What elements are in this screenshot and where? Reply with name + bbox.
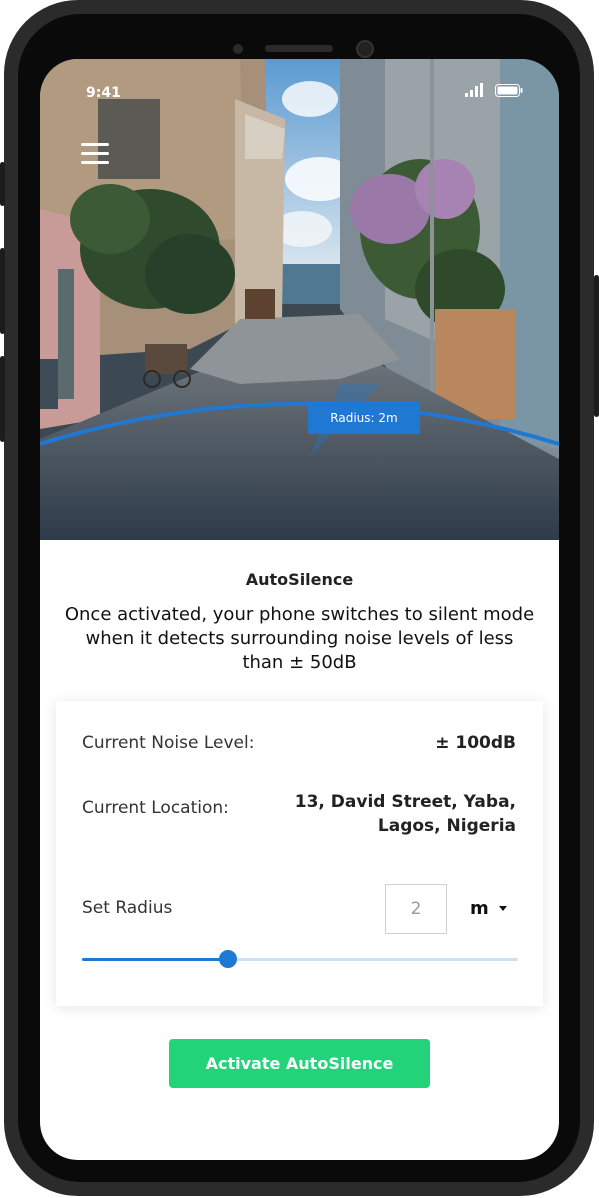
location-label: Current Location: [82,798,229,818]
settings-card: Current Noise Level: ± 100dB Current Loc… [56,701,543,1006]
radius-input[interactable]: 2 [385,884,447,934]
hamburger-menu-icon[interactable] [81,143,109,165]
location-line-2: Lagos, Nigeria [377,816,516,836]
volume-up-button [0,248,5,334]
front-camera [356,40,374,58]
radius-tag: Radius: 2m [308,401,420,434]
radius-slider-fill [82,958,229,961]
earpiece-speaker [265,45,333,52]
signal-bars-icon [465,83,483,97]
location-line-1: 13, David Street, Yaba, [294,792,516,812]
chevron-down-icon [498,906,507,911]
unit-dropdown[interactable]: m [470,898,507,919]
status-icons [465,83,523,97]
volume-down-button [0,356,5,442]
noise-level-value: ± 100dB [435,733,516,753]
page-title: AutoSilence [245,570,354,589]
location-value: 13, David Street, Yaba, Lagos, Nigeria [295,790,516,838]
noise-level-label: Current Noise Level: [82,733,255,753]
set-radius-label: Set Radius [82,898,173,918]
page-description: Once activated, your phone switches to s… [64,604,535,673]
sensor-dot [233,44,243,54]
status-time: 9:41 [86,85,121,101]
unit-value: m [470,898,489,919]
radius-slider[interactable] [82,950,518,968]
radius-slider-thumb[interactable] [219,950,238,968]
battery-icon [495,83,523,97]
power-button [594,275,599,417]
app-screen: 9:41 Radius: 2m AutoSilence Once activat… [40,59,559,1160]
side-button [0,162,5,206]
street-photo: 9:41 Radius: 2m [40,59,559,540]
street-photo-illustration [40,59,559,540]
activate-autosilence-button[interactable]: Activate AutoSilence [169,1039,430,1088]
